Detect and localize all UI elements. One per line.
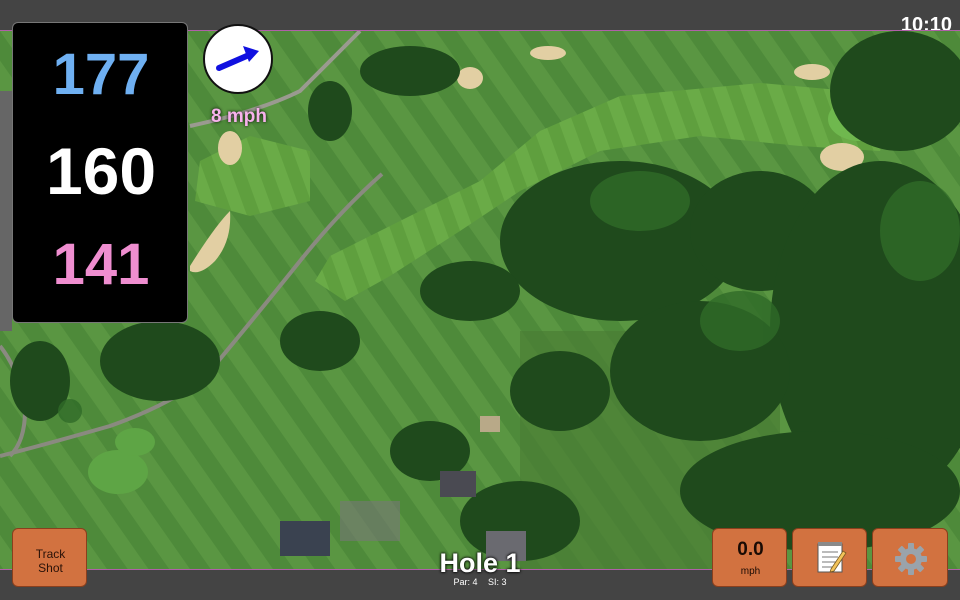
wind-speed-unit: mph [740, 566, 761, 577]
hole-meta: Par: 4 SI: 3 [380, 577, 580, 587]
track-shot-label-line1: Track [35, 547, 66, 561]
track-shot-button[interactable]: Track Shot [12, 528, 87, 587]
arrow-icon [216, 46, 259, 71]
notes-button[interactable] [792, 528, 867, 587]
settings-button[interactable] [872, 528, 948, 587]
gear-icon [895, 543, 927, 575]
back-distance: 177 [52, 42, 150, 107]
hole-title: Hole 1 [439, 548, 521, 578]
par-label: Par: 4 [453, 577, 478, 587]
track-shot-label-line2: Shot [38, 561, 63, 575]
wind-direction-indicator [203, 24, 273, 94]
distance-panel: 177 160 141 [12, 22, 188, 323]
wind-speed-button[interactable]: 0.0 mph [712, 528, 787, 587]
middle-distance: 160 [45, 134, 157, 208]
front-distance: 141 [52, 232, 150, 297]
wind-speed-label: 8 mph [211, 106, 267, 127]
stroke-index-label: SI: 3 [488, 577, 507, 587]
notepad-icon [817, 542, 847, 573]
wind-speed-value: 0.0 [737, 539, 764, 560]
